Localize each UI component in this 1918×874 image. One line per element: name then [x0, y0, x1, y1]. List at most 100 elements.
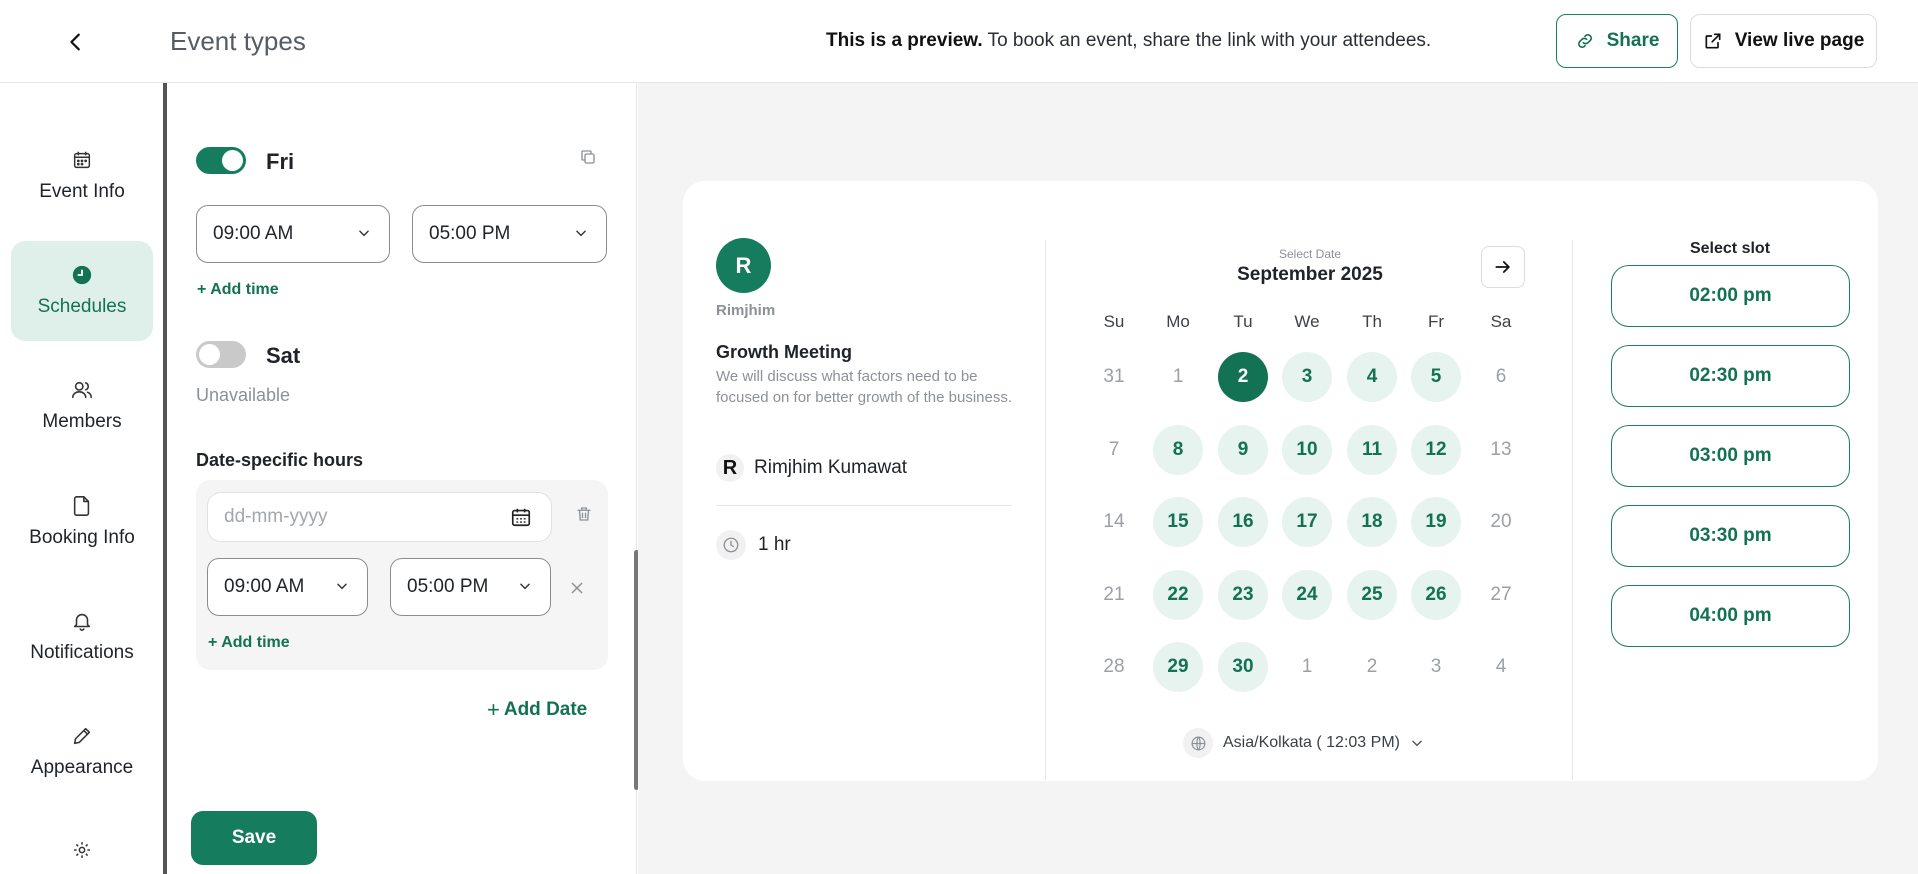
- preview-note-text: To book an event, share the link with yo…: [982, 30, 1432, 51]
- date-add-time-link[interactable]: + Add time: [208, 634, 290, 652]
- chevron-down-icon: [1412, 740, 1422, 747]
- document-icon: [73, 496, 90, 516]
- calendar-day[interactable]: 22: [1153, 570, 1203, 620]
- calendar-day: 7: [1108, 439, 1120, 460]
- calendar-day[interactable]: 24: [1282, 570, 1332, 620]
- fri-add-time-link[interactable]: + Add time: [197, 281, 279, 299]
- time-slot-button[interactable]: 02:00 pm: [1611, 265, 1850, 327]
- calendar-day[interactable]: 10: [1282, 425, 1332, 475]
- calendar-icon: [511, 508, 531, 527]
- calendar-day[interactable]: 19: [1411, 497, 1461, 547]
- time-slot-button[interactable]: 04:00 pm: [1611, 585, 1850, 647]
- add-date-button[interactable]: + Add Date: [487, 697, 587, 723]
- calendar-day[interactable]: 30: [1218, 642, 1268, 692]
- users-icon: [72, 381, 92, 399]
- page-title: Event types: [170, 26, 306, 56]
- share-label: Share: [1606, 30, 1660, 51]
- calendar-day: 20: [1490, 511, 1512, 532]
- calendar-day[interactable]: 9: [1218, 425, 1268, 475]
- date-picker-button[interactable]: [507, 503, 535, 531]
- preview-note-bold: This is a preview.: [826, 30, 983, 51]
- date-end-select[interactable]: 05:00 PM: [390, 558, 551, 616]
- duration-value: 1 hr: [758, 534, 791, 555]
- time-slot-button[interactable]: 02:30 pm: [1611, 345, 1850, 407]
- nav-item-members[interactable]: Members: [11, 356, 153, 456]
- duration-row: 1 hr: [716, 530, 791, 560]
- calendar-day[interactable]: 4: [1347, 352, 1397, 402]
- calendar-day: 31: [1103, 366, 1125, 387]
- clock-icon: [72, 265, 92, 285]
- save-button[interactable]: Save: [191, 811, 317, 865]
- fri-label: Fri: [266, 149, 295, 174]
- calendar-day[interactable]: 3: [1282, 352, 1332, 402]
- nav-item-event-info[interactable]: Event Info: [11, 126, 153, 226]
- bell-icon: [73, 613, 91, 631]
- next-month-button[interactable]: [1481, 246, 1525, 288]
- fri-start-select[interactable]: 09:00 AM: [196, 205, 390, 263]
- calendar-day[interactable]: 2: [1218, 352, 1268, 402]
- date-input[interactable]: dd-mm-yyyy: [207, 492, 552, 542]
- calendar-day: 21: [1103, 584, 1125, 605]
- close-icon: [571, 582, 583, 594]
- share-button[interactable]: Share: [1556, 14, 1678, 68]
- nav-item-label: Notifications: [30, 642, 134, 663]
- clock-icon: [716, 530, 746, 560]
- preview-note: This is a preview. To book an event, sha…: [826, 30, 1431, 52]
- globe-icon: [1183, 728, 1213, 758]
- chevron-down-icon: [359, 230, 369, 237]
- time-slot-button[interactable]: 03:00 pm: [1611, 425, 1850, 487]
- settings-nav-button[interactable]: [70, 838, 94, 862]
- nav-item-schedules[interactable]: Schedules: [11, 241, 153, 341]
- date-end-value: 05:00 PM: [407, 576, 489, 597]
- weekday-header: Th: [1362, 312, 1382, 331]
- host-avatar: R: [716, 238, 771, 293]
- nav-item-label: Appearance: [30, 757, 134, 778]
- calendar-day: 13: [1490, 439, 1512, 460]
- calendar-day[interactable]: 8: [1153, 425, 1203, 475]
- copy-times-button[interactable]: [576, 145, 600, 169]
- sat-toggle[interactable]: [196, 341, 246, 368]
- date-specific-title: Date-specific hours: [196, 450, 364, 470]
- timezone-select[interactable]: Asia/Kolkata ( 12:03 PM): [1183, 728, 1424, 758]
- calendar-day: 1: [1172, 366, 1184, 387]
- calendar-day[interactable]: 18: [1347, 497, 1397, 547]
- calendar-day[interactable]: 29: [1153, 642, 1203, 692]
- calendar-day: 1: [1301, 656, 1313, 677]
- nav-item-label: Schedules: [37, 296, 127, 317]
- timezone-value: Asia/Kolkata ( 12:03 PM): [1223, 734, 1400, 751]
- nav-item-booking-info[interactable]: Booking Info: [11, 472, 153, 572]
- nav-item-notifications[interactable]: Notifications: [11, 587, 153, 687]
- calendar-day: 28: [1103, 656, 1125, 677]
- link-icon: [1577, 34, 1592, 48]
- weekday-header: We: [1294, 312, 1320, 331]
- calendar-day[interactable]: 17: [1282, 497, 1332, 547]
- schedule-panel: [167, 83, 637, 874]
- time-slot-button[interactable]: 03:30 pm: [1611, 505, 1850, 567]
- fri-end-select[interactable]: 05:00 PM: [412, 205, 607, 263]
- pencil-icon: [73, 727, 91, 745]
- plus-icon: +: [487, 697, 500, 722]
- nav-item-appearance[interactable]: Appearance: [11, 702, 153, 802]
- weekday-header: Mo: [1166, 312, 1190, 331]
- arrow-right-icon: [1495, 261, 1510, 273]
- select-slot-title: Select slot: [1689, 240, 1771, 257]
- calendar-day[interactable]: 15: [1153, 497, 1203, 547]
- fri-start-value: 09:00 AM: [213, 223, 294, 244]
- calendar-day[interactable]: 16: [1218, 497, 1268, 547]
- back-button[interactable]: [58, 24, 94, 60]
- calendar-day[interactable]: 5: [1411, 352, 1461, 402]
- calendar-day[interactable]: 12: [1411, 425, 1461, 475]
- calendar-day[interactable]: 11: [1347, 425, 1397, 475]
- calendar-day: 4: [1495, 656, 1507, 677]
- chevron-down-icon: [337, 583, 347, 590]
- delete-date-button[interactable]: [571, 501, 597, 527]
- date-start-select[interactable]: 09:00 AM: [207, 558, 368, 616]
- view-live-page-button[interactable]: View live page: [1690, 14, 1877, 68]
- gear-icon: [74, 842, 90, 858]
- calendar-day[interactable]: 25: [1347, 570, 1397, 620]
- calendar-day[interactable]: 26: [1411, 570, 1461, 620]
- fri-toggle[interactable]: [196, 147, 246, 174]
- remove-time-button[interactable]: [564, 575, 590, 601]
- sat-label: Sat: [266, 343, 301, 368]
- calendar-day[interactable]: 23: [1218, 570, 1268, 620]
